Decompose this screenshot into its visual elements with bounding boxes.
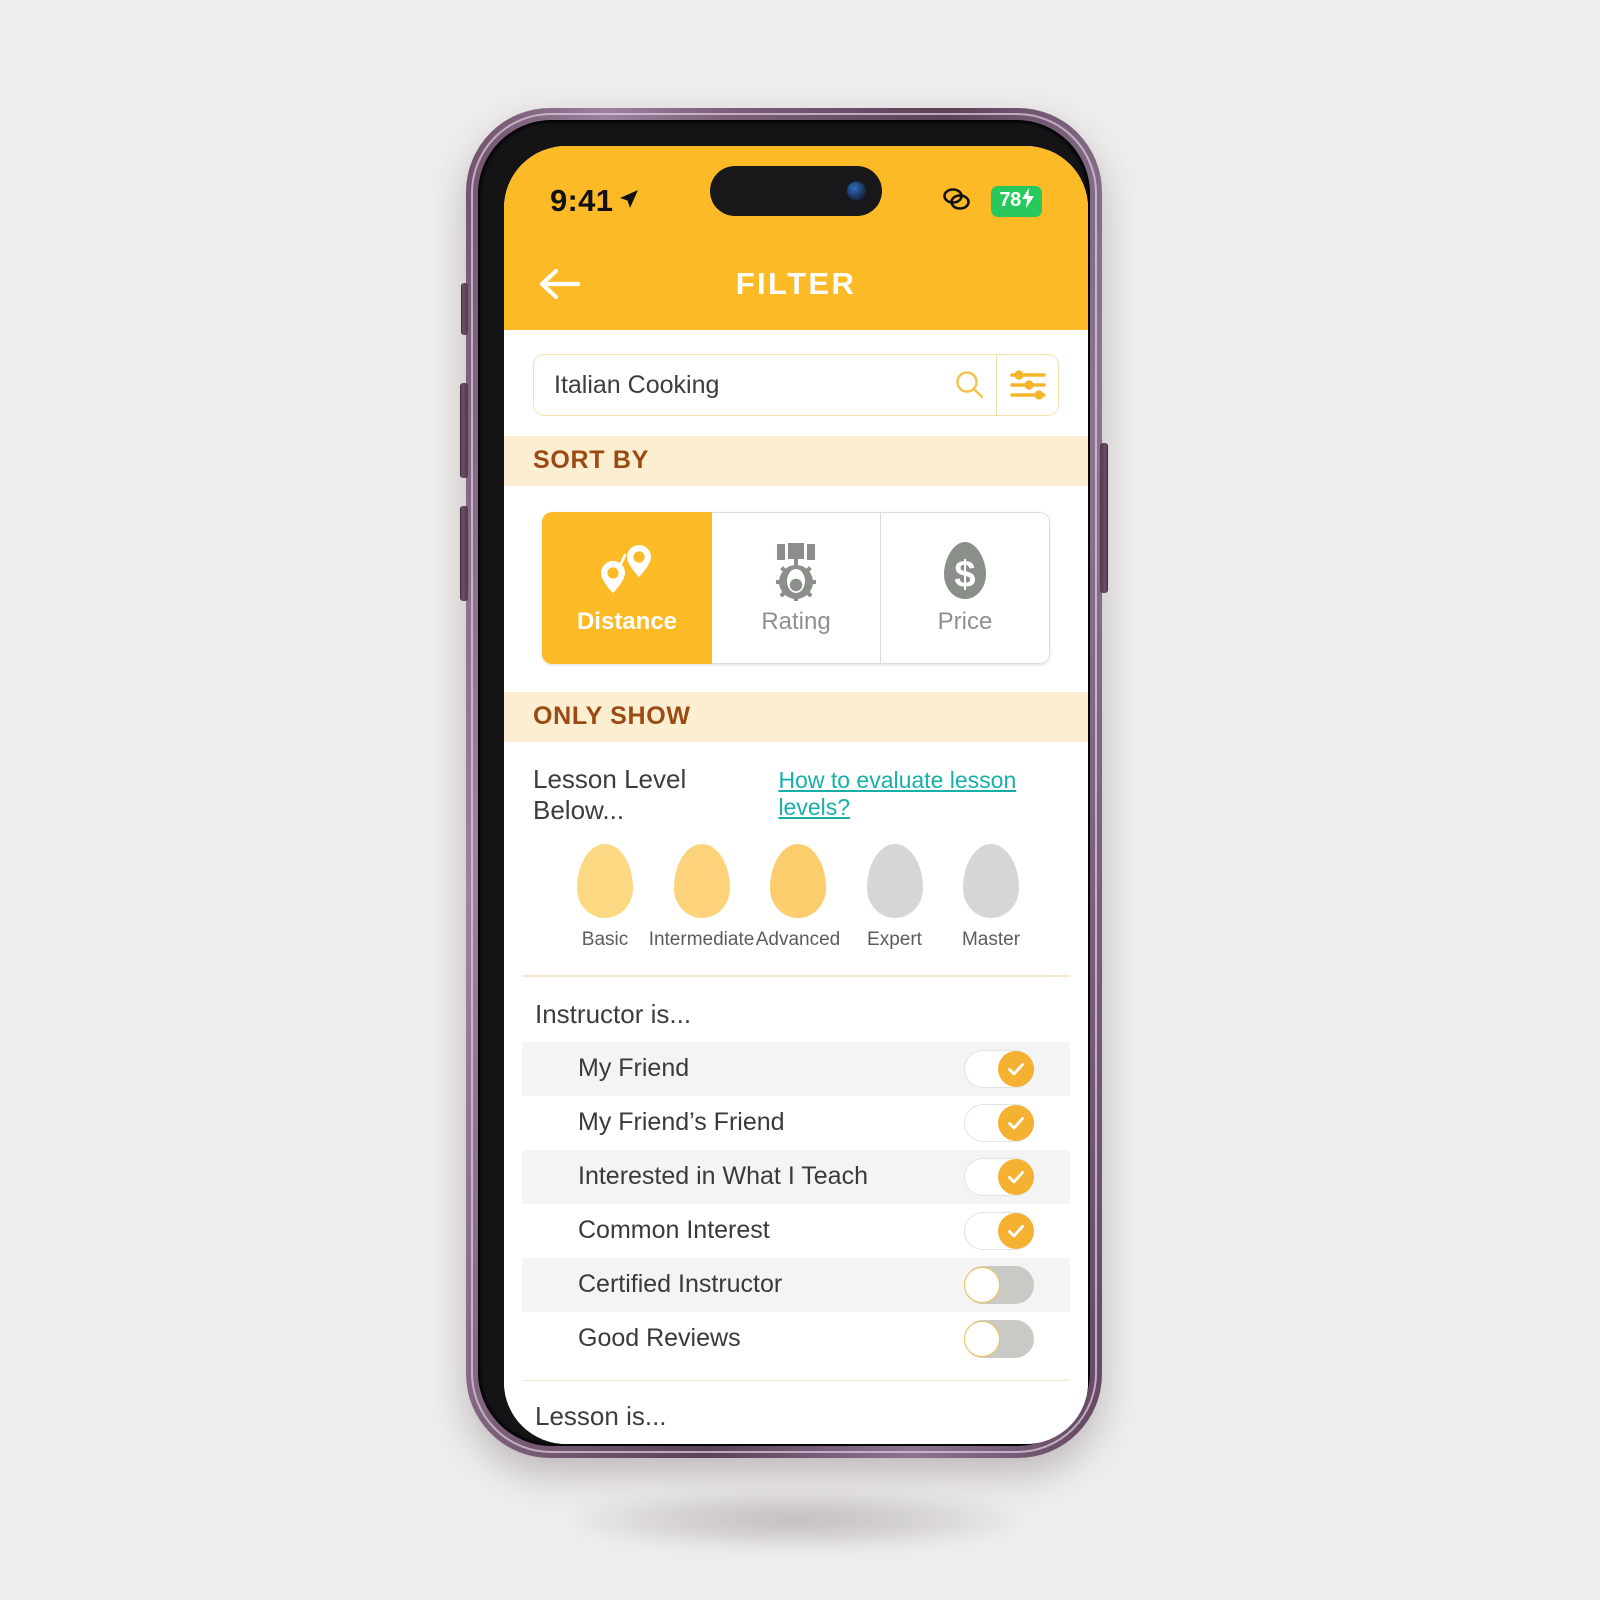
status-time-label: 9:41 [550, 183, 614, 218]
check-icon [1008, 1224, 1024, 1237]
toggle-interested-in-what-i-teach[interactable] [964, 1157, 1034, 1196]
search-box [533, 354, 1059, 416]
instructor-row-label: Certified Instructor [578, 1270, 783, 1298]
instructor-row-certified-instructor[interactable]: Certified Instructor [522, 1257, 1070, 1312]
toggle-good-reviews[interactable] [964, 1319, 1034, 1358]
lesson-level-egg-scale: Basic Intermediate Advanced Expert Maste… [533, 844, 1059, 951]
egg-icon [866, 844, 923, 918]
mute-switch-button[interactable] [461, 283, 468, 335]
sliders-filter-icon [1009, 370, 1046, 400]
search-input[interactable] [534, 355, 942, 415]
lesson-level-basic-label: Basic [581, 929, 629, 950]
egg-icon [770, 844, 826, 918]
evaluate-lesson-levels-link[interactable]: How to evaluate lesson levels? [778, 767, 1059, 821]
phone-ground-shadow [560, 1490, 1030, 1550]
sort-option-price[interactable]: $ Price [881, 512, 1050, 664]
filter-scroll-body[interactable]: SORT BY [504, 330, 1088, 1444]
status-bar-indicators: 78 [940, 185, 1042, 217]
instructor-row-label: Good Reviews [578, 1324, 741, 1352]
power-button[interactable] [1100, 443, 1108, 593]
instructor-row-label: My Friend [578, 1054, 690, 1082]
section-header-sort-by: SORT BY [504, 436, 1088, 486]
lesson-level-section: Lesson Level Below... How to evaluate le… [504, 742, 1088, 975]
toggle-certified-instructor[interactable] [964, 1265, 1034, 1304]
toggle-knob [998, 1212, 1034, 1249]
phone-screen: 9:41 78 FILTER Italian Cooking SORT BY D… [504, 146, 1088, 1444]
toggle-knob [998, 1158, 1034, 1195]
toggle-common-interest[interactable] [964, 1211, 1034, 1250]
sort-segmented-control: Distance Rating $ Price [542, 512, 1050, 664]
phone-bezel: 9:41 78 FILTER Italian Cooking SORT BY D… [478, 120, 1090, 1446]
instructor-row-label: Common Interest [578, 1216, 770, 1244]
search-icon [956, 371, 984, 399]
toggle-knob [964, 1320, 1000, 1357]
lesson-level-master[interactable]: Master [943, 844, 1039, 951]
lesson-level-header: Lesson Level Below... How to evaluate le… [533, 764, 1059, 826]
svg-text:$: $ [954, 554, 975, 596]
page-title: FILTER [735, 266, 857, 301]
check-icon [1008, 1062, 1024, 1075]
status-bar-time-group: 9:41 [550, 183, 641, 219]
advanced-filter-button[interactable] [996, 355, 1058, 415]
toggle-my-friend[interactable] [964, 1049, 1034, 1088]
search-button[interactable] [942, 355, 996, 415]
lesson-level-expert-label: Expert [867, 929, 922, 950]
medal-icon [767, 540, 825, 602]
egg-icon [963, 844, 1019, 918]
battery-level-label: 78 [999, 189, 1021, 211]
lesson-level-basic[interactable]: Basic [557, 844, 653, 951]
toggle-knob [964, 1266, 1000, 1303]
lesson-level-intermediate[interactable]: Intermediate [649, 844, 754, 951]
battery-status-badge: 78 [991, 185, 1042, 217]
lesson-level-title: Lesson Level Below... [533, 764, 687, 825]
instructor-row-label: Interested in What I Teach [578, 1162, 868, 1190]
battery-charging-bolt-icon [1021, 187, 1035, 214]
instructor-row-label: My Friend’s Friend [578, 1108, 785, 1136]
volume-up-button[interactable] [460, 383, 468, 478]
instructor-section-title: Instructor is... [535, 998, 692, 1029]
toggle-knob [998, 1050, 1034, 1087]
phone-device-frame: 9:41 78 FILTER Italian Cooking SORT BY D… [460, 108, 1108, 1458]
instructor-row-good-reviews[interactable]: Good Reviews [522, 1312, 1070, 1366]
instructor-row-interested-in-what-i-teach[interactable]: Interested in What I Teach [522, 1149, 1070, 1204]
sort-option-price-label: Price [937, 608, 993, 635]
toggle-my-friends-friend[interactable] [964, 1103, 1034, 1142]
egg-icon [577, 844, 633, 918]
sort-options-area: Distance Rating $ Price [504, 486, 1088, 692]
check-icon [1008, 1116, 1024, 1129]
lesson-type-section: Lesson is... Group Indiv In-person Onlin… [504, 1381, 1088, 1444]
location-arrow-icon [617, 183, 641, 219]
front-camera-icon [847, 181, 866, 201]
check-icon [1008, 1170, 1024, 1183]
instructor-section: Instructor is... My Friend My Friend’s F… [504, 976, 1088, 1380]
lesson-level-intermediate-label: Intermediate [648, 929, 755, 950]
sort-option-rating-label: Rating [761, 608, 831, 635]
section-header-only-show: ONLY SHOW [504, 692, 1088, 742]
sort-option-distance-label: Distance [576, 608, 678, 635]
sort-option-distance[interactable]: Distance [542, 512, 712, 664]
lesson-level-advanced[interactable]: Advanced [750, 844, 846, 951]
instructor-row-my-friend[interactable]: My Friend [522, 1041, 1070, 1096]
app-bar: FILTER [504, 238, 1088, 330]
dynamic-island [710, 166, 882, 216]
instructor-row-my-friends-friend[interactable]: My Friend’s Friend [522, 1096, 1070, 1150]
link-chain-icon [940, 186, 974, 217]
egg-icon [673, 844, 730, 918]
lesson-level-expert[interactable]: Expert [847, 844, 943, 951]
back-button[interactable] [538, 267, 582, 301]
instructor-row-common-interest[interactable]: Common Interest [522, 1204, 1070, 1258]
toggle-knob [998, 1104, 1034, 1141]
dollar-egg-icon: $ [938, 540, 992, 602]
lesson-level-master-label: Master [961, 929, 1021, 950]
volume-down-button[interactable] [460, 506, 468, 601]
map-pins-icon [595, 540, 659, 602]
lesson-type-title: Lesson is... [535, 1401, 667, 1431]
sort-option-rating[interactable]: Rating [712, 512, 881, 664]
screenshot-canvas: 9:41 78 FILTER Italian Cooking SORT BY D… [0, 0, 1600, 1600]
lesson-level-advanced-label: Advanced [755, 929, 841, 950]
back-arrow-icon [539, 268, 581, 300]
search-section [504, 330, 1088, 436]
status-bar: 9:41 78 [504, 146, 1088, 238]
